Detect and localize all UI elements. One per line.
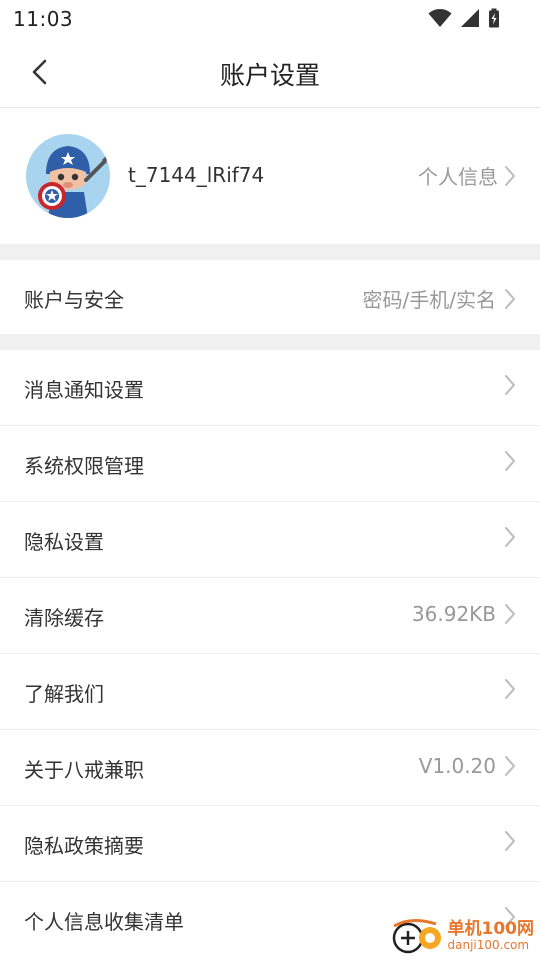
row-label: 系统权限管理 xyxy=(24,454,144,478)
row-label: 个人信息收集清单 xyxy=(24,910,184,934)
row-label: 关于八戒兼职 xyxy=(24,758,144,782)
username: t_7144_lRif74 xyxy=(128,163,265,187)
profile-info-link[interactable]: 个人信息 xyxy=(418,161,516,190)
section-gap xyxy=(0,334,540,350)
row-label: 了解我们 xyxy=(24,682,104,706)
captain-cartoon-avatar xyxy=(26,134,110,218)
row-clear-cache[interactable]: 清除缓存 36.92KB xyxy=(0,578,540,654)
row-message-notification[interactable]: 消息通知设置 xyxy=(0,350,540,426)
status-bar: 11:03 xyxy=(0,0,540,36)
row-label: 隐私设置 xyxy=(24,530,104,554)
row-about-us[interactable]: 了解我们 xyxy=(0,654,540,730)
row-system-permissions[interactable]: 系统权限管理 xyxy=(0,426,540,502)
row-account-security[interactable]: 账户与安全 密码/手机/实名 xyxy=(0,260,540,334)
row-label: 消息通知设置 xyxy=(24,378,144,402)
watermark-name: 单机100网 xyxy=(447,918,535,939)
chevron-right-icon xyxy=(505,604,515,624)
watermark-logo-icon xyxy=(392,918,444,954)
row-label: 清除缓存 xyxy=(24,606,104,630)
chevron-right-icon xyxy=(505,288,515,309)
row-about-app[interactable]: 关于八戒兼职 V1.0.20 xyxy=(0,730,540,806)
chevron-right-icon xyxy=(505,375,515,395)
nav-bar: 账户设置 xyxy=(0,36,540,108)
page-title: 账户设置 xyxy=(219,61,320,90)
avatar[interactable] xyxy=(26,134,110,218)
watermark: 单机100网 danji100.com xyxy=(392,918,535,954)
chevron-right-icon xyxy=(505,679,515,699)
profile-info-label: 个人信息 xyxy=(418,165,498,189)
chevron-right-icon xyxy=(505,451,515,471)
profile-row[interactable]: t_7144_lRif74 个人信息 xyxy=(0,108,540,244)
row-privacy-settings[interactable]: 隐私设置 xyxy=(0,502,540,578)
chevron-right-icon xyxy=(505,831,515,851)
app-version: V1.0.20 xyxy=(418,754,496,778)
row-label: 账户与安全 xyxy=(24,288,124,312)
row-label: 隐私政策摘要 xyxy=(24,834,144,858)
watermark-domain: danji100.com xyxy=(447,937,530,952)
chevron-right-icon xyxy=(505,756,515,776)
status-time: 11:03 xyxy=(13,7,74,31)
status-icons xyxy=(428,8,500,28)
cache-size: 36.92KB xyxy=(411,602,496,626)
wifi-icon xyxy=(428,8,452,28)
battery-charging-icon xyxy=(488,8,500,28)
row-privacy-summary[interactable]: 隐私政策摘要 xyxy=(0,806,540,882)
chevron-right-icon xyxy=(505,165,515,186)
row-value: 密码/手机/实名 xyxy=(362,288,496,312)
chevron-right-icon xyxy=(505,527,515,547)
section-gap xyxy=(0,244,540,260)
signal-icon xyxy=(460,8,480,28)
